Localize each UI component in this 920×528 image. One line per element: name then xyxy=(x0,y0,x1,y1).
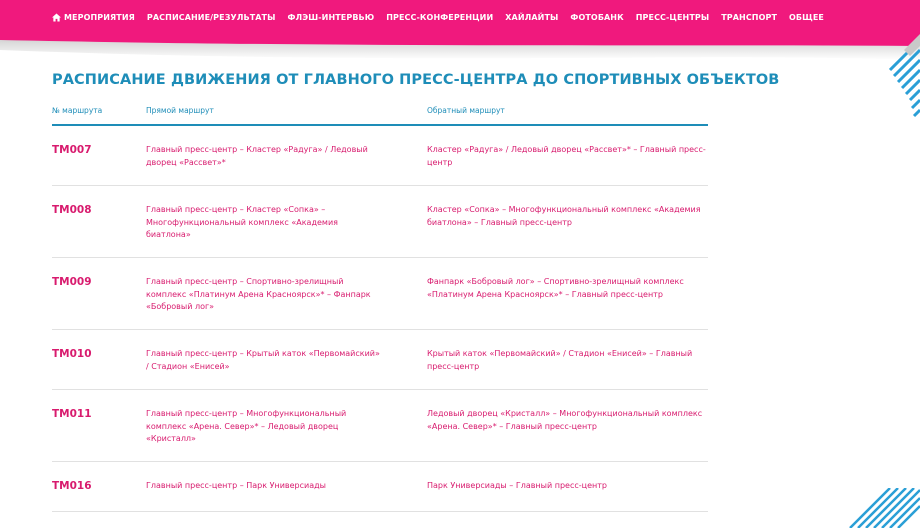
route-line: «Арена. Север»* – Главный пресс-центр xyxy=(427,421,597,431)
route-line: Многофункциональный комплекс «Академия xyxy=(146,217,338,227)
table-row: ТМ010 Главный пресс-центр – Крытый каток… xyxy=(52,330,708,390)
route-line: / Стадион «Енисей» xyxy=(146,361,230,371)
nav-item-label: ФОТОБАНК xyxy=(570,12,624,22)
nav-item-label: ХАЙЛАЙТЫ xyxy=(505,12,559,22)
route-line: центр xyxy=(427,157,453,167)
forward-route: Главный пресс-центр – Кластер «Радуга» /… xyxy=(146,144,386,169)
nav-item-press-centers[interactable]: ПРЕСС-ЦЕНТРЫ xyxy=(636,13,709,22)
route-line: Главный пресс-центр – Кластер «Радуга» /… xyxy=(146,145,368,154)
route-line: биатлона» xyxy=(146,230,191,240)
return-route: Крытый каток «Первомайский» / Стадион «Е… xyxy=(427,348,712,373)
forward-route: Главный пресс-центр – Парк Универсиады xyxy=(146,480,386,493)
nav-item-label: ТРАНСПОРТ xyxy=(721,12,778,22)
route-code: ТМ008 xyxy=(52,204,92,216)
route-line: Ледовый дворец «Кристалл» – Многофункцио… xyxy=(427,409,703,418)
forward-route: Главный пресс-центр – Многофункциональны… xyxy=(146,408,386,446)
header-route-number: № маршрута xyxy=(52,106,103,115)
table-row: ТМ008 Главный пресс-центр – Кластер «Соп… xyxy=(52,186,708,258)
stripe-decoration-right xyxy=(888,34,920,118)
table-row: ТМ009 Главный пресс-центр – Спортивно-зр… xyxy=(52,258,708,330)
main-nav: МЕРОПРИЯТИЯ РАСПИСАНИЕ/РЕЗУЛЬТАТЫ ФЛЭШ-И… xyxy=(52,0,836,34)
nav-item-photobank[interactable]: ФОТОБАНК xyxy=(570,13,623,22)
nav-item-label: МЕРОПРИЯТИЯ xyxy=(64,12,135,22)
route-code: ТМ010 xyxy=(52,348,92,360)
nav-item-label: ОБЩЕЕ xyxy=(789,12,824,22)
route-code: ТМ009 xyxy=(52,276,92,288)
route-line: комплекс «Платинум Арена Красноярск»* – … xyxy=(146,289,371,299)
route-line: Фанпарк «Бобровый лог» – Спортивно-зрели… xyxy=(427,277,684,286)
nav-item-schedule-results[interactable]: РАСПИСАНИЕ/РЕЗУЛЬТАТЫ xyxy=(147,13,276,22)
forward-route: Главный пресс-центр – Кластер «Сопка» – … xyxy=(146,204,386,242)
nav-item-label: ПРЕСС-КОНФЕРЕНЦИИ xyxy=(386,12,494,22)
route-code: ТМ007 xyxy=(52,144,92,156)
route-line: комплекс «Арена. Север»* – Ледовый дворе… xyxy=(146,421,339,431)
routes-table: № маршрута Прямой маршрут Обратный маршр… xyxy=(52,100,708,512)
route-line: Главный пресс-центр – Крытый каток «Перв… xyxy=(146,349,380,358)
route-line: Крытый каток «Первомайский» / Стадион «Е… xyxy=(427,349,693,358)
return-route: Парк Универсиады – Главный пресс-центр xyxy=(427,480,712,493)
header-return-route: Обратный маршрут xyxy=(427,106,505,115)
route-line: пресс-центр xyxy=(427,361,480,371)
route-line: Парк Универсиады – Главный пресс-центр xyxy=(427,481,607,490)
nav-item-general[interactable]: ОБЩЕЕ xyxy=(789,13,824,22)
route-line: Кластер «Радуга» / Ледовый дворец «Рассв… xyxy=(427,145,706,154)
table-header: № маршрута Прямой маршрут Обратный маршр… xyxy=(52,100,708,126)
home-icon xyxy=(52,12,61,22)
stripe-decoration-bottom xyxy=(849,488,920,528)
nav-item-label: ФЛЭШ-ИНТЕРВЬЮ xyxy=(287,12,375,22)
nav-item-press-conferences[interactable]: ПРЕСС-КОНФЕРЕНЦИИ xyxy=(386,13,493,22)
table-row: ТМ007 Главный пресс-центр – Кластер «Рад… xyxy=(52,126,708,186)
return-route: Фанпарк «Бобровый лог» – Спортивно-зрели… xyxy=(427,276,712,301)
route-line: биатлона» – Главный пресс-центр xyxy=(427,217,572,227)
route-line: «Платинум Арена Красноярск»* – Главный п… xyxy=(427,289,663,299)
route-line: Главный пресс-центр – Многофункциональны… xyxy=(146,409,347,418)
route-line: «Кристалл» xyxy=(146,434,196,444)
nav-item-label: ПРЕСС-ЦЕНТРЫ xyxy=(635,12,710,22)
return-route: Ледовый дворец «Кристалл» – Многофункцио… xyxy=(427,408,712,433)
table-row: ТМ011 Главный пресс-центр – Многофункцио… xyxy=(52,390,708,462)
return-route: Кластер «Сопка» – Многофункциональный ко… xyxy=(427,204,712,229)
route-code: ТМ016 xyxy=(52,480,92,492)
nav-item-events[interactable]: МЕРОПРИЯТИЯ xyxy=(52,13,135,22)
forward-route: Главный пресс-центр – Спортивно-зрелищны… xyxy=(146,276,386,314)
return-route: Кластер «Радуга» / Ледовый дворец «Рассв… xyxy=(427,144,712,169)
route-line: Главный пресс-центр – Спортивно-зрелищны… xyxy=(146,277,344,286)
nav-item-label: РАСПИСАНИЕ/РЕЗУЛЬТАТЫ xyxy=(146,12,276,22)
nav-item-highlights[interactable]: ХАЙЛАЙТЫ xyxy=(505,13,558,22)
nav-item-flash-interview[interactable]: ФЛЭШ-ИНТЕРВЬЮ xyxy=(288,13,375,22)
route-line: «Бобровый лог» xyxy=(146,302,215,312)
nav-item-transport[interactable]: ТРАНСПОРТ xyxy=(721,13,777,22)
route-code: ТМ011 xyxy=(52,408,92,420)
route-line: Главный пресс-центр – Парк Универсиады xyxy=(146,481,326,490)
route-line: дворец «Рассвет»* xyxy=(146,157,226,167)
page-title: РАСПИСАНИЕ ДВИЖЕНИЯ ОТ ГЛАВНОГО ПРЕСС-ЦЕ… xyxy=(52,72,780,88)
table-row: ТМ016 Главный пресс-центр – Парк Универс… xyxy=(52,462,708,512)
route-line: Главный пресс-центр – Кластер «Сопка» – xyxy=(146,205,326,214)
forward-route: Главный пресс-центр – Крытый каток «Перв… xyxy=(146,348,386,373)
route-line: Кластер «Сопка» – Многофункциональный ко… xyxy=(427,205,701,214)
header-forward-route: Прямой маршрут xyxy=(146,106,214,115)
